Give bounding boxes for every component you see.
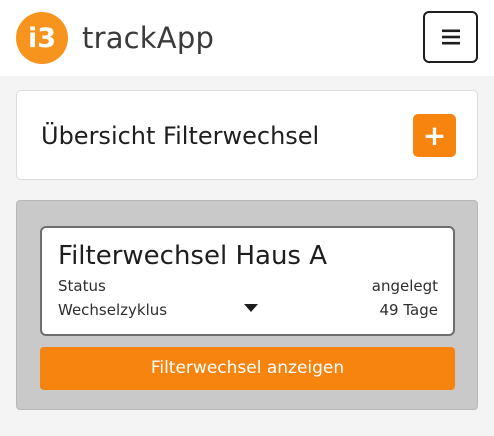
hamburger-menu-icon — [441, 29, 460, 45]
app-title: trackApp — [82, 21, 215, 55]
filter-change-list: Filterwechsel Haus A Status angelegt Wec… — [16, 200, 478, 410]
cycle-label: Wechselzyklus — [58, 301, 168, 319]
overview-title: Übersicht Filterwechsel — [41, 122, 320, 150]
caret-down-icon[interactable] — [244, 304, 258, 312]
status-value: angelegt — [371, 277, 438, 295]
i3-logo[interactable]: i3 — [16, 12, 68, 64]
cycle-value: 49 Tage — [379, 301, 438, 319]
top-navbar: i3 trackApp — [0, 0, 494, 76]
overview-card: Übersicht Filterwechsel + — [16, 90, 478, 180]
menu-button[interactable] — [423, 11, 478, 63]
logo-text: i3 — [28, 23, 56, 54]
show-filter-change-button[interactable]: Filterwechsel anzeigen — [40, 347, 455, 390]
filter-change-card[interactable]: Filterwechsel Haus A Status angelegt Wec… — [40, 226, 455, 336]
status-label: Status — [58, 277, 106, 295]
add-filter-change-button[interactable]: + — [413, 114, 456, 157]
filter-change-name: Filterwechsel Haus A — [58, 241, 328, 271]
i3-logo-icon: i3 — [28, 23, 56, 54]
